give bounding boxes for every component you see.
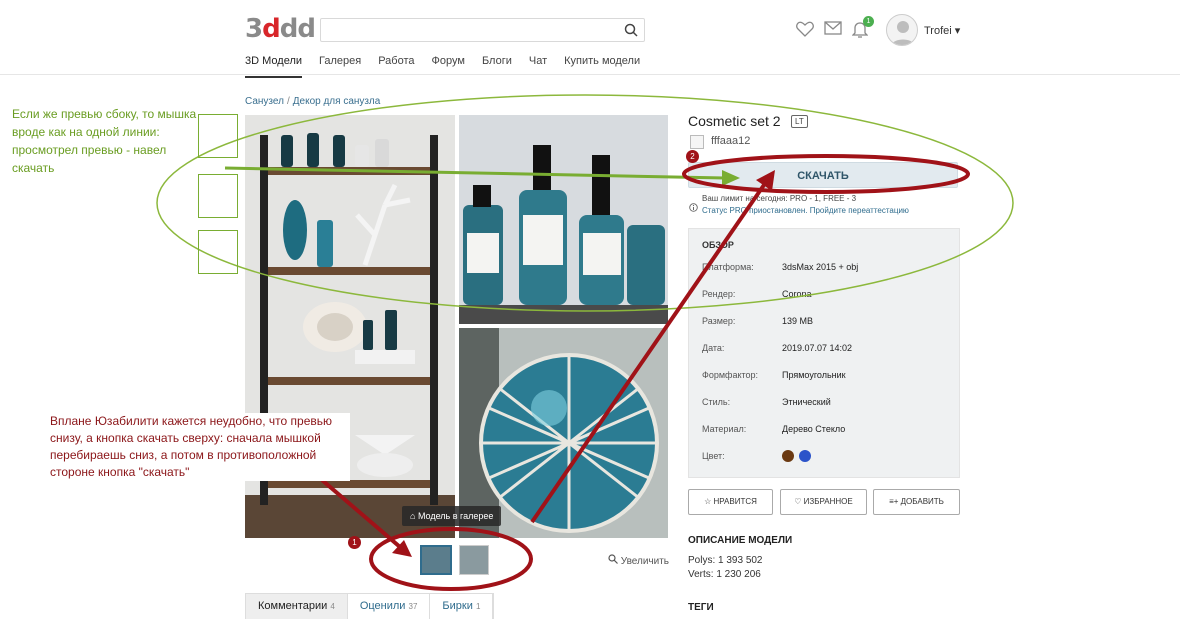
zoom-link[interactable]: Увеличить	[608, 554, 669, 567]
nav-item-chat[interactable]: Чат	[529, 55, 547, 72]
pro-status-link[interactable]: Статус PRO приостановлен. Пройдите переа…	[702, 206, 909, 215]
mail-icon[interactable]	[824, 21, 842, 40]
annotation-marker-1: 1	[348, 536, 361, 549]
main-nav: 3D Модели Галерея Работа Форум Блоги Чат…	[245, 55, 640, 78]
spec-value: Corona	[782, 289, 812, 299]
model-title: Cosmetic set 2	[688, 113, 781, 129]
heart-outline-icon: ♡	[794, 497, 804, 506]
spec-label: Рендер:	[702, 289, 736, 299]
spec-label: Цвет:	[702, 451, 725, 461]
heart-icon[interactable]	[796, 21, 814, 42]
verts-count: Verts: 1 230 206	[688, 569, 761, 580]
tag-icon: ⌂	[410, 511, 418, 521]
thumbnail-2[interactable]	[459, 545, 489, 575]
nav-item-jobs[interactable]: Работа	[378, 55, 414, 72]
tags-heading: ТЕГИ	[688, 602, 714, 613]
license-badge: LT	[791, 115, 808, 128]
nav-item-forum[interactable]: Форум	[432, 55, 465, 72]
favorite-button[interactable]: ♡ ИЗБРАННОЕ	[780, 489, 867, 515]
info-icon	[689, 199, 698, 217]
spec-label: Материал:	[702, 424, 747, 434]
color-swatch-brown[interactable]	[782, 450, 794, 462]
user-menu[interactable]: Trofei ▾	[924, 24, 960, 37]
green-sketch-box	[198, 230, 238, 274]
chevron-down-icon: ▾	[954, 25, 961, 37]
download-button[interactable]: СКАЧАТЬ	[688, 162, 958, 188]
green-sketch-box	[198, 114, 238, 158]
overview-heading: ОБЗОР	[702, 240, 734, 250]
preview-image-top-right[interactable]	[459, 115, 668, 324]
magnifier-icon	[608, 554, 618, 564]
nav-item-buy-models[interactable]: Купить модели	[564, 55, 640, 72]
spec-value[interactable]: Прямоугольник	[782, 370, 846, 380]
site-logo[interactable]: 3ddd	[245, 16, 316, 42]
spec-label: Дата:	[702, 343, 725, 353]
search-icon[interactable]	[624, 23, 638, 42]
spec-value: 3dsMax 2015 + obj	[782, 262, 859, 272]
green-sketch-box	[198, 174, 238, 218]
color-swatch-blue[interactable]	[799, 450, 811, 462]
content-tabs: Комментарии 4 Оценили 37 Бирки 1	[245, 593, 495, 619]
breadcrumb: Санузел / Декор для санузла	[245, 96, 381, 107]
nav-item-gallery[interactable]: Галерея	[319, 55, 361, 72]
tab-rated[interactable]: Оценили 37	[348, 594, 431, 619]
nav-item-blogs[interactable]: Блоги	[482, 55, 512, 72]
spec-value: 139 MB	[782, 316, 814, 326]
search-field[interactable]	[320, 18, 645, 42]
like-button[interactable]: ☆ НРАВИТСЯ	[688, 489, 773, 515]
green-annotation-note: Если же превью сбоку, то мышка вроде как…	[12, 107, 197, 175]
spec-value: 2019.07.07 14:02	[782, 343, 853, 353]
description-heading: ОПИСАНИЕ МОДЕЛИ	[688, 535, 793, 546]
author-link[interactable]: fffaaa12	[711, 135, 750, 147]
search-input[interactable]	[321, 19, 611, 41]
add-to-list-button[interactable]: ≡+ ДОБАВИТЬ	[873, 489, 960, 515]
red-arrowhead-down-icon	[392, 540, 412, 557]
red-annotation-note: Вплане Юзабилити кажется неудобно, что п…	[50, 413, 350, 481]
annotation-marker-2: 2	[686, 150, 699, 163]
breadcrumb-link-bathroom[interactable]: Санузел	[245, 96, 284, 107]
download-limit-text: Ваш лимит на сегодня: PRO - 1, FREE - 3	[702, 194, 857, 203]
spec-value[interactable]: Этнический	[782, 397, 831, 407]
author-avatar-icon[interactable]	[690, 135, 704, 149]
model-in-gallery-tag[interactable]: ⌂ Модель в галерее	[402, 506, 502, 526]
nav-item-3d-models[interactable]: 3D Модели	[245, 55, 303, 78]
polys-count: Polys: 1 393 502	[688, 555, 763, 566]
bottles-render-image	[459, 115, 668, 324]
tab-comments[interactable]: Комментарии 4	[246, 594, 348, 619]
thumbnail-1[interactable]	[420, 545, 452, 575]
spec-label: Платформа:	[702, 262, 754, 272]
notification-count-badge: 1	[863, 16, 874, 27]
spec-label: Размер:	[702, 316, 736, 326]
tab-tags[interactable]: Бирки 1	[430, 594, 494, 619]
avatar[interactable]	[886, 14, 918, 46]
breadcrumb-link-bathroom-decor[interactable]: Декор для санузла	[293, 96, 381, 107]
spec-label: Стиль:	[702, 397, 731, 407]
username: Trofei	[924, 25, 952, 37]
list-add-icon: ≡+	[889, 497, 901, 506]
spec-label: Формфактор:	[702, 370, 759, 380]
spec-value[interactable]: Дерево Стекло	[782, 424, 845, 434]
